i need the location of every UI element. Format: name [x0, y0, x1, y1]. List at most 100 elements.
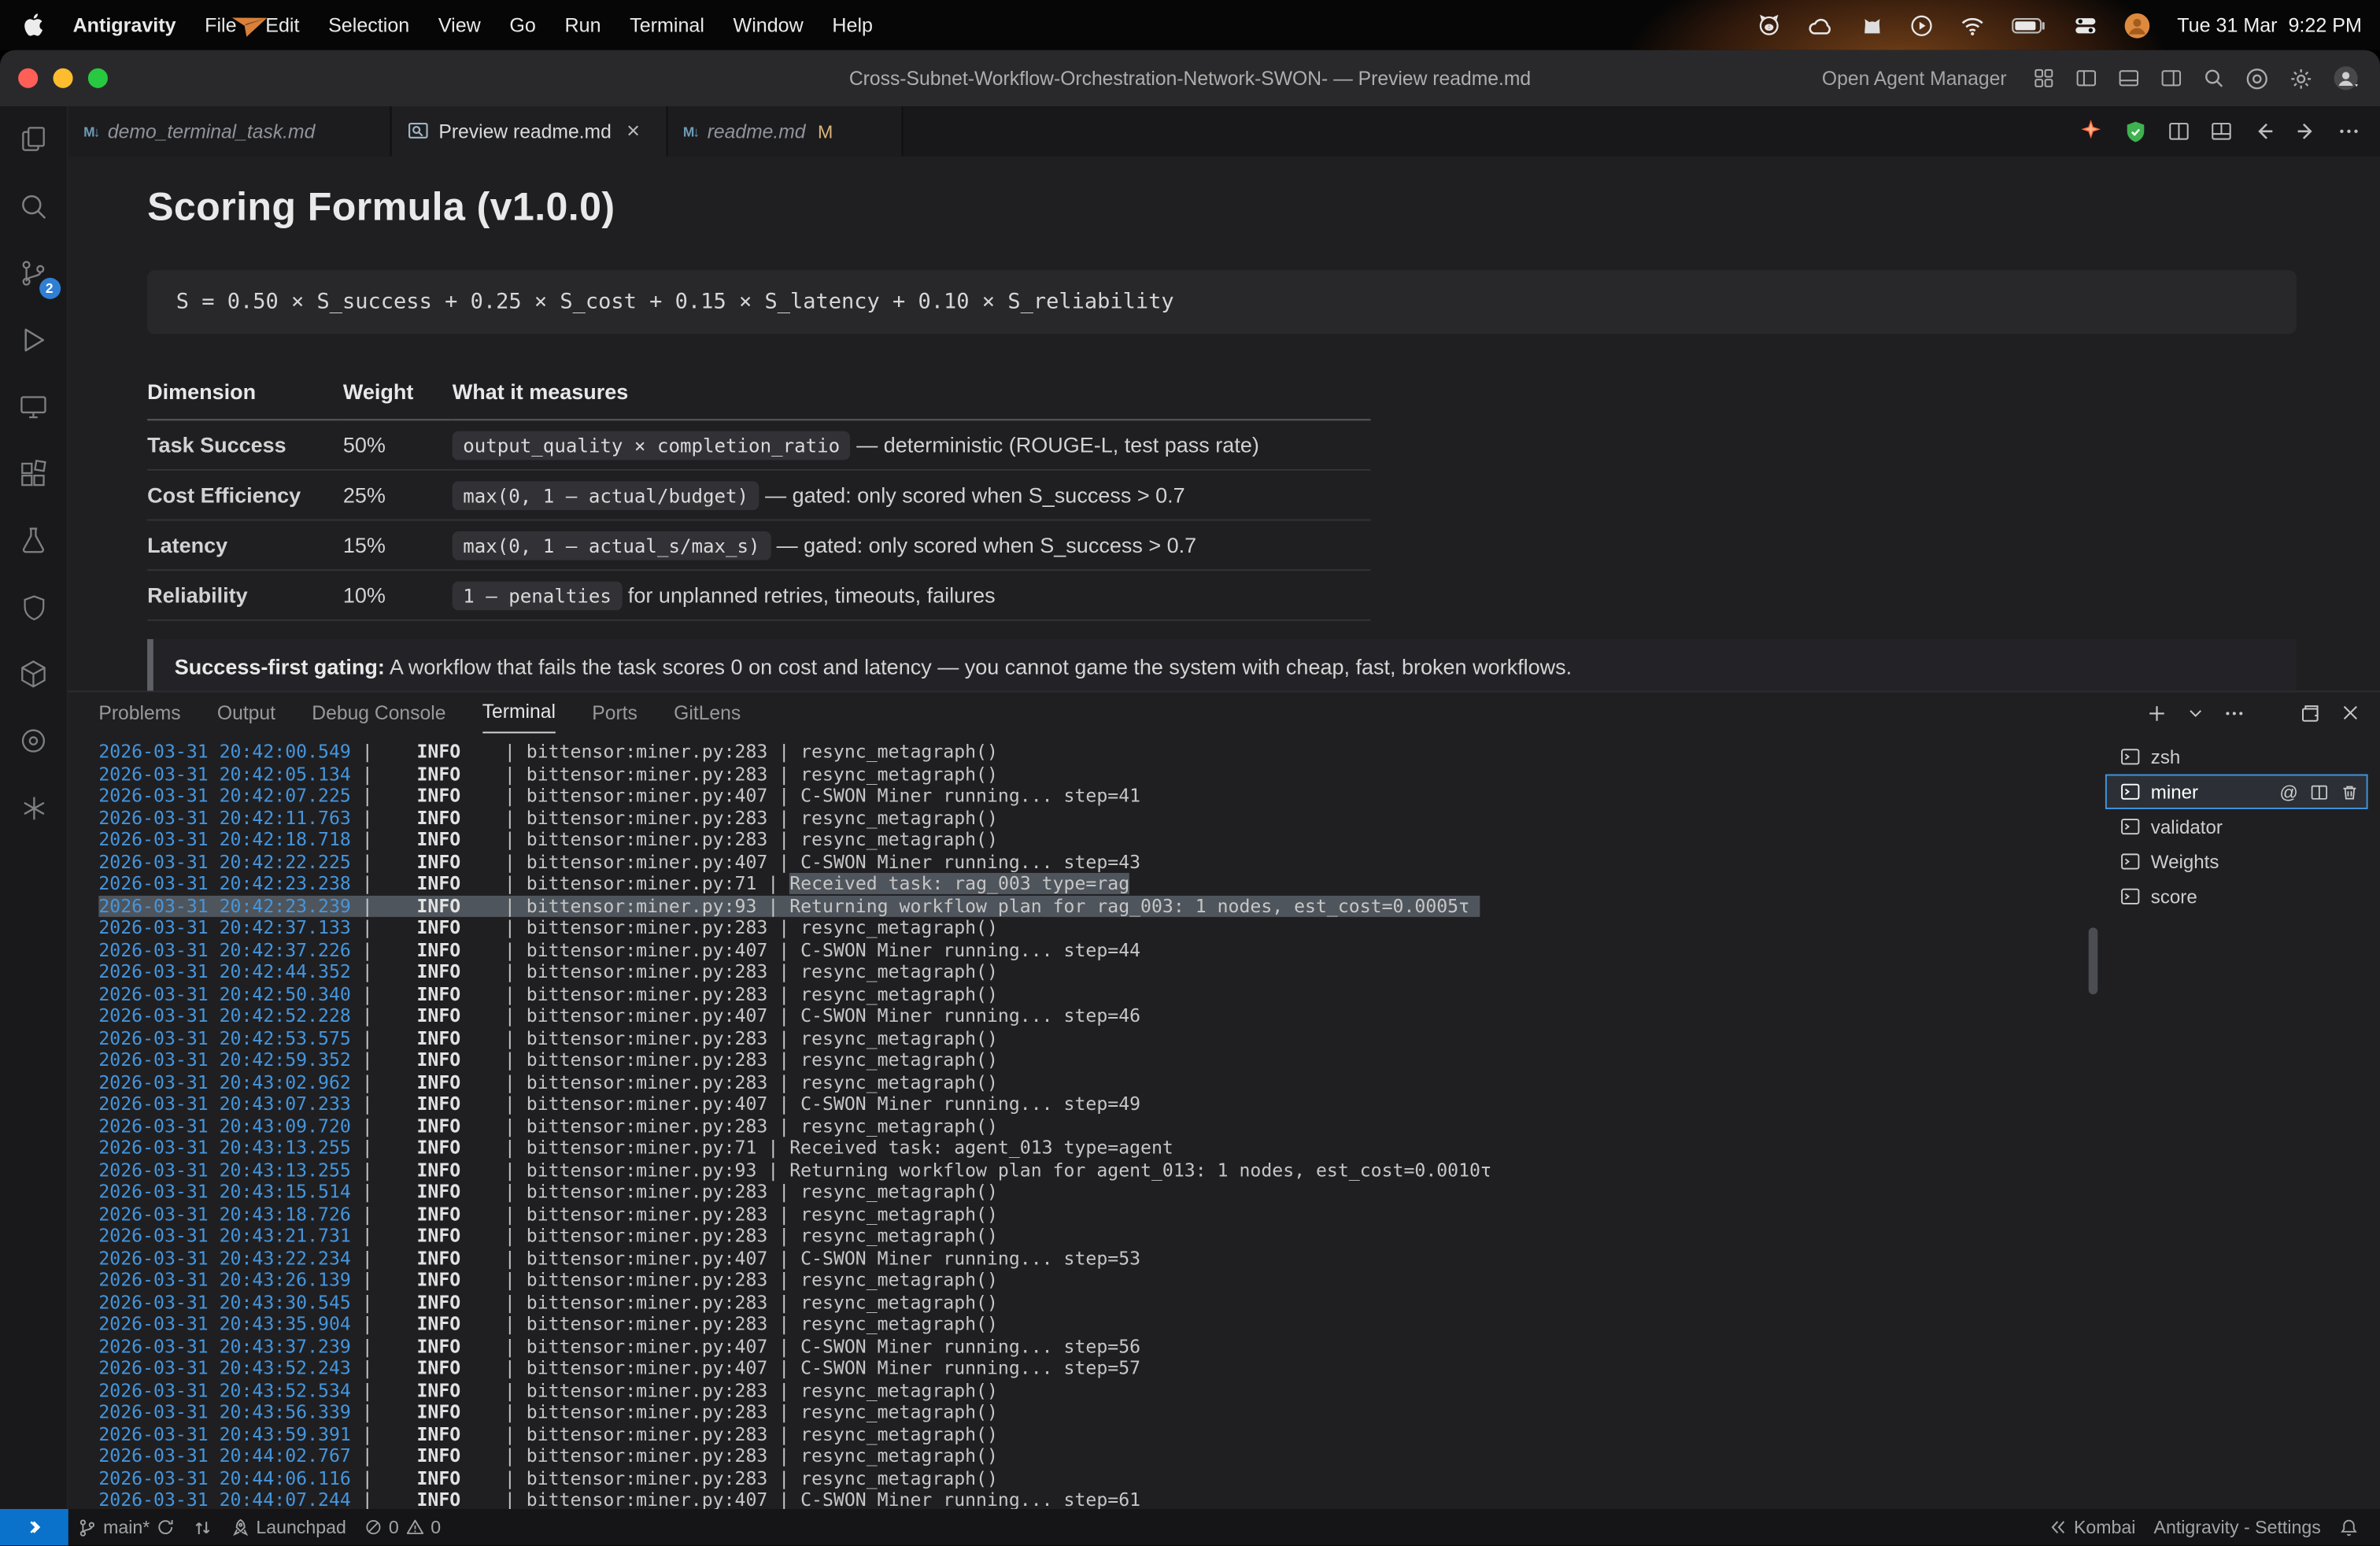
more-actions-icon[interactable] — [2223, 702, 2245, 723]
menu-go[interactable]: Go — [509, 13, 535, 36]
launchpad-item[interactable]: Launchpad — [221, 1509, 355, 1545]
sync-changes-item[interactable] — [183, 1509, 221, 1545]
problems-item[interactable]: 0 0 — [355, 1509, 449, 1545]
git-branch-item[interactable]: main* — [68, 1509, 183, 1545]
terminal-line: 2026-03-31 20:42:52.228 | INFO | bittens… — [98, 1005, 2105, 1027]
terminal-session-weights[interactable]: Weights — [2105, 844, 2368, 878]
tab-bar-actions — [2078, 106, 2380, 157]
terminal-session-score[interactable]: score — [2105, 879, 2368, 914]
notifications-item[interactable] — [2330, 1509, 2367, 1545]
tab-problems[interactable]: Problems — [98, 693, 180, 732]
spark-icon[interactable] — [0, 775, 68, 841]
cat-icon[interactable] — [1861, 13, 1884, 36]
terminal-session-zsh[interactable]: zsh — [2105, 739, 2368, 774]
more-actions-icon[interactable] — [2338, 120, 2360, 142]
shield-icon[interactable] — [0, 574, 68, 641]
close-icon[interactable]: × — [626, 118, 640, 144]
menubar-app-name[interactable]: Antigravity — [73, 13, 176, 36]
scrollbar-thumb[interactable] — [2089, 927, 2098, 994]
split-editor-icon[interactable] — [2168, 120, 2190, 142]
apple-icon[interactable] — [21, 12, 44, 38]
search-icon[interactable] — [0, 173, 68, 240]
tab-debug-console[interactable]: Debug Console — [312, 693, 445, 732]
close-window-button[interactable] — [18, 68, 38, 88]
tab-ports[interactable]: Ports — [592, 693, 638, 732]
ai-spark-icon[interactable] — [2078, 118, 2104, 144]
control-center-icon[interactable] — [2074, 13, 2098, 37]
new-terminal-icon[interactable] — [2146, 702, 2168, 723]
source-control-icon[interactable]: 2 — [0, 240, 68, 307]
remote-indicator[interactable] — [0, 1509, 68, 1545]
tab-gitlens[interactable]: GitLens — [674, 693, 741, 732]
explorer-icon[interactable] — [0, 106, 68, 173]
shield-check-icon[interactable] — [2123, 119, 2148, 143]
menu-terminal[interactable]: Terminal — [630, 13, 704, 36]
panel-maximize-icon[interactable] — [2300, 702, 2321, 723]
cloud-icon[interactable] — [1809, 14, 1836, 35]
at-icon[interactable]: @ — [2279, 781, 2298, 802]
menubar-clock[interactable]: Tue 31 Mar 9:22 PM — [2177, 13, 2362, 36]
terminal-line: 2026-03-31 20:43:18.726 | INFO | bittens… — [98, 1203, 2105, 1225]
extensions-icon[interactable] — [0, 440, 68, 507]
menu-selection[interactable]: Selection — [328, 13, 409, 36]
close-icon[interactable] — [2341, 703, 2360, 723]
terminal-icon — [2120, 747, 2140, 767]
menu-run[interactable]: Run — [565, 13, 601, 36]
package-icon[interactable] — [0, 641, 68, 708]
arrow-right-icon[interactable] — [2295, 120, 2318, 142]
tab-output[interactable]: Output — [217, 693, 275, 732]
menu-help[interactable]: Help — [832, 13, 873, 36]
user-avatar[interactable] — [2124, 11, 2152, 39]
remote-explorer-icon[interactable] — [0, 373, 68, 440]
layout-icon[interactable] — [2210, 120, 2233, 142]
split-terminal-icon[interactable] — [2310, 782, 2328, 801]
tab-readme[interactable]: M↓ readme.md M — [668, 106, 904, 157]
minimize-window-button[interactable] — [53, 68, 72, 88]
panel-bottom-icon[interactable] — [2117, 67, 2140, 90]
session-label: validator — [2151, 816, 2223, 838]
menu-window[interactable]: Window — [734, 13, 804, 36]
trash-icon[interactable] — [2341, 782, 2359, 801]
menu-edit[interactable]: Edit — [265, 13, 299, 36]
tab-preview-readme[interactable]: Preview readme.md × — [392, 106, 668, 157]
terminal-session-validator[interactable]: validator — [2105, 809, 2368, 844]
open-agent-manager-button[interactable]: Open Agent Manager — [1822, 67, 2007, 90]
browser-icon[interactable] — [2245, 66, 2269, 91]
weight-cell: 15% — [343, 520, 453, 571]
pig-icon[interactable] — [1757, 12, 1783, 38]
terminal-session-miner[interactable]: miner @ — [2105, 775, 2368, 809]
play-icon[interactable] — [1910, 13, 1935, 37]
gitlens-icon[interactable] — [0, 708, 68, 775]
maximize-window-button[interactable] — [88, 68, 108, 88]
wifi-icon[interactable] — [1960, 14, 1986, 35]
tab-demo-terminal-task[interactable]: M↓ demo_terminal_task.md — [68, 106, 392, 157]
terminal-output[interactable]: 2026-03-31 20:42:00.549 | INFO | bittens… — [68, 733, 2105, 1508]
editor-tab-bar: M↓ demo_terminal_task.md Preview readme.… — [68, 106, 2380, 157]
terminal-line: 2026-03-31 20:42:07.225 | INFO | bittens… — [98, 785, 2105, 807]
sync-icon[interactable] — [156, 1518, 174, 1537]
settings-item[interactable]: Antigravity - Settings — [2145, 1509, 2330, 1545]
table-row: Task Success 50% output_quality × comple… — [147, 420, 1370, 470]
run-debug-icon[interactable] — [0, 307, 68, 374]
terminal-line: 2026-03-31 20:42:11.763 | INFO | bittens… — [98, 807, 2105, 829]
search-icon[interactable] — [2202, 67, 2225, 90]
menu-file[interactable]: File — [205, 13, 236, 36]
menu-view[interactable]: View — [438, 13, 481, 36]
panel-left-icon[interactable] — [2075, 67, 2097, 90]
account-avatar[interactable] — [2333, 65, 2362, 91]
testing-icon[interactable] — [0, 507, 68, 574]
status-bar: main* Launchpad 0 0 Kombai Antigravity -… — [0, 1509, 2380, 1545]
gear-icon[interactable] — [2289, 66, 2313, 91]
callout-text: A workflow that fails the task scores 0 … — [385, 654, 1572, 679]
tab-terminal[interactable]: Terminal — [482, 692, 556, 733]
warning-count: 0 — [431, 1517, 441, 1538]
branch-label: main* — [103, 1517, 150, 1538]
battery-icon[interactable] — [2012, 16, 2048, 34]
grid-icon[interactable] — [2032, 67, 2055, 90]
arrow-left-icon[interactable] — [2252, 120, 2275, 142]
kombai-item[interactable]: Kombai — [2041, 1509, 2145, 1545]
dimension-cell: Reliability — [147, 570, 343, 620]
chevron-down-icon[interactable] — [2187, 705, 2204, 721]
panel-right-icon[interactable] — [2160, 67, 2182, 90]
tab-label: Preview readme.md — [438, 120, 611, 142]
